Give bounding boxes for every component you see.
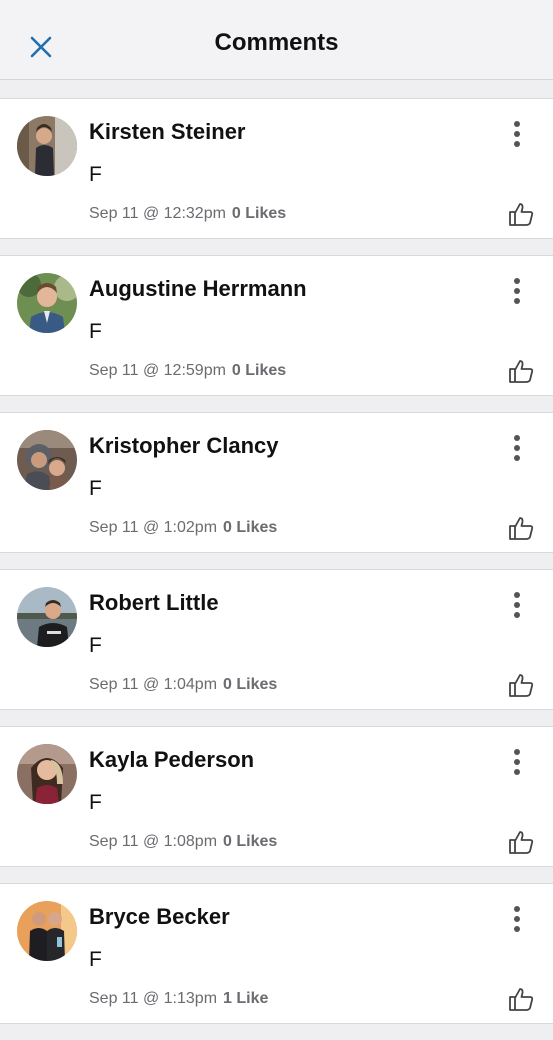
more-dot (514, 298, 520, 304)
comment-text: F (89, 163, 102, 186)
more-dot (514, 926, 520, 932)
comment-timestamp: Sep 11 @ 1:02pm (89, 519, 218, 536)
avatar[interactable] (17, 901, 77, 961)
comment-text: F (89, 634, 102, 657)
commenter-name[interactable]: Kirsten Steiner (89, 119, 246, 145)
more-options-button[interactable] (503, 904, 531, 934)
comment-text: F (89, 948, 102, 971)
comment-meta: Sep 11 @ 1:04pm 0 Likes (89, 676, 277, 694)
more-dot (514, 916, 520, 922)
thumbs-up-icon[interactable] (507, 358, 535, 384)
avatar[interactable] (17, 273, 77, 333)
more-dots-icon (514, 435, 520, 441)
thumbs-up-icon[interactable] (507, 201, 535, 227)
comment-text: F (89, 477, 102, 500)
more-dot (514, 141, 520, 147)
top-bar: Comments (0, 0, 553, 80)
commenter-name[interactable]: Robert Little (89, 590, 219, 616)
more-dot (514, 455, 520, 461)
comment-meta: Sep 11 @ 1:02pm 0 Likes (89, 519, 277, 537)
commenter-name[interactable]: Bryce Becker (89, 904, 230, 930)
comment-card: Bryce Becker F Sep 11 @ 1:13pm 1 Like (0, 883, 553, 1024)
more-dots-icon (514, 121, 520, 127)
comment-timestamp: Sep 11 @ 12:32pm (89, 205, 226, 222)
page-title: Comments (214, 29, 339, 56)
more-dots-icon (514, 592, 520, 598)
more-dot (514, 445, 520, 451)
comment-card: Augustine Herrmann F Sep 11 @ 12:59pm 0 L… (0, 255, 553, 396)
avatar[interactable] (17, 587, 77, 647)
more-options-button[interactable] (503, 119, 531, 149)
avatar[interactable] (17, 744, 77, 804)
like-count[interactable]: 0 Likes (232, 362, 286, 379)
like-count[interactable]: 1 Like (223, 990, 268, 1007)
avatar[interactable] (17, 430, 77, 490)
thumbs-up-icon[interactable] (507, 986, 535, 1012)
comment-meta: Sep 11 @ 1:13pm 1 Like (89, 990, 268, 1008)
like-count[interactable]: 0 Likes (223, 676, 277, 693)
comment-meta: Sep 11 @ 1:08pm 0 Likes (89, 833, 277, 851)
thumbs-up-icon[interactable] (507, 515, 535, 541)
avatar[interactable] (17, 116, 77, 176)
more-options-button[interactable] (503, 433, 531, 463)
comment-card: Kayla Pederson F Sep 11 @ 1:08pm 0 Likes (0, 726, 553, 867)
comment-timestamp: Sep 11 @ 1:13pm (89, 990, 218, 1007)
comment-timestamp: Sep 11 @ 12:59pm (89, 362, 226, 379)
commenter-name[interactable]: Kristopher Clancy (89, 433, 279, 459)
more-dot (514, 612, 520, 618)
commenter-name[interactable]: Augustine Herrmann (89, 276, 307, 302)
more-dot (514, 131, 520, 137)
more-options-button[interactable] (503, 276, 531, 306)
more-dots-icon (514, 906, 520, 912)
comment-meta: Sep 11 @ 12:59pm 0 Likes (89, 362, 286, 380)
comment-meta: Sep 11 @ 12:32pm 0 Likes (89, 205, 286, 223)
more-dots-icon (514, 749, 520, 755)
more-options-button[interactable] (503, 590, 531, 620)
like-count[interactable]: 0 Likes (223, 833, 277, 850)
more-options-button[interactable] (503, 747, 531, 777)
more-dots-icon (514, 278, 520, 284)
comment-text: F (89, 791, 102, 814)
more-dot (514, 288, 520, 294)
comment-list: Kirsten Steiner F Sep 11 @ 12:32pm 0 Like… (0, 98, 553, 1040)
more-dot (514, 759, 520, 765)
commenter-name[interactable]: Kayla Pederson (89, 747, 254, 773)
comment-timestamp: Sep 11 @ 1:04pm (89, 676, 218, 693)
thumbs-up-icon[interactable] (507, 829, 535, 855)
like-count[interactable]: 0 Likes (232, 205, 286, 222)
comment-timestamp: Sep 11 @ 1:08pm (89, 833, 218, 850)
thumbs-up-icon[interactable] (507, 672, 535, 698)
comment-text: F (89, 320, 102, 343)
comment-card: Kirsten Steiner F Sep 11 @ 12:32pm 0 Like… (0, 98, 553, 239)
comment-card: Kristopher Clancy F Sep 11 @ 1:02pm 0 Lik… (0, 412, 553, 553)
like-count[interactable]: 0 Likes (223, 519, 277, 536)
more-dot (514, 769, 520, 775)
more-dot (514, 602, 520, 608)
comment-card: Robert Little F Sep 11 @ 1:04pm 0 Likes (0, 569, 553, 710)
